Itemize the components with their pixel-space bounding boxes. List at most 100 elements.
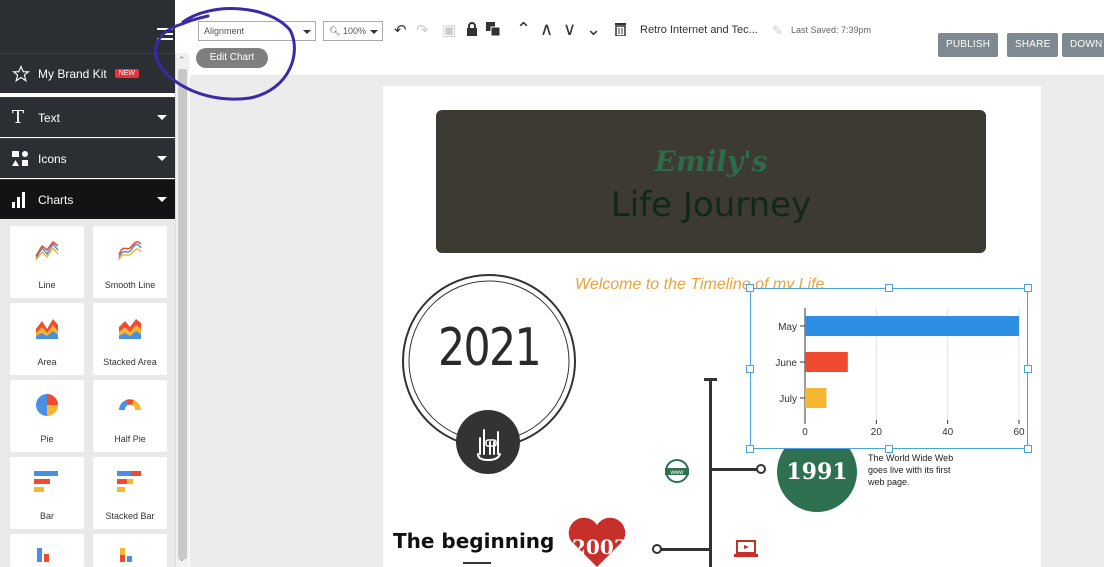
scroll-down-icon[interactable]: ⌄ bbox=[178, 553, 186, 564]
zoom-icon: 🔍︎ bbox=[329, 26, 341, 36]
zoom-value: 100% bbox=[342, 26, 366, 36]
sidebar-header bbox=[0, 0, 175, 53]
chart-type-bar[interactable]: Bar bbox=[10, 457, 84, 529]
chevron-down-icon bbox=[157, 197, 167, 202]
bring-to-front-icon[interactable]: ⌃ bbox=[516, 20, 531, 38]
new-badge: NEW bbox=[114, 69, 140, 78]
laptop-icon[interactable] bbox=[734, 540, 758, 558]
star-icon bbox=[12, 64, 38, 83]
bar bbox=[805, 388, 827, 408]
share-button[interactable]: SHARE bbox=[1007, 33, 1059, 57]
sidebar-item-label: My Brand Kit bbox=[38, 66, 107, 81]
chart-type-label: Area bbox=[37, 357, 57, 367]
sidebar-item-label: Icons bbox=[38, 151, 67, 166]
column-chart-icon bbox=[37, 548, 49, 562]
edit-chart-button[interactable]: Edit Chart bbox=[196, 48, 268, 68]
chart-type-label: Line bbox=[38, 280, 56, 290]
rock-hand-icon[interactable] bbox=[456, 410, 520, 474]
timeline-branch bbox=[660, 548, 709, 551]
sidebar-item-label: Charts bbox=[38, 192, 74, 207]
chart-type-label: Stacked Bar bbox=[105, 511, 155, 521]
timeline-branch bbox=[711, 468, 758, 471]
send-backward-icon[interactable]: ∨ bbox=[563, 20, 576, 38]
chart-type-grid: Line Smooth Line Area Stacked Area Pie H… bbox=[0, 219, 175, 567]
sidebar-item-brand-kit[interactable]: My Brand Kit NEW bbox=[0, 53, 175, 93]
chart-type-area[interactable]: Area bbox=[10, 303, 84, 375]
send-to-back-icon[interactable]: ⌄ bbox=[586, 20, 601, 38]
x-tick-label: 40 bbox=[942, 427, 954, 438]
bring-forward-icon[interactable]: ∧ bbox=[540, 20, 553, 38]
year-2021[interactable]: 2021 bbox=[416, 318, 562, 378]
smooth-line-chart-icon bbox=[118, 241, 142, 261]
redo-icon[interactable]: ↷ bbox=[416, 22, 429, 40]
toolbar: Alignment 🔍︎ 100% ↶ ↷ ▣ ⌃ ∧ ∨ ⌄ Retro In… bbox=[190, 0, 1104, 75]
resize-handle-b[interactable] bbox=[885, 445, 893, 453]
section-heading[interactable]: The beginning bbox=[393, 529, 554, 553]
bar bbox=[805, 316, 1019, 336]
chart-type-smooth-line[interactable]: Smooth Line bbox=[93, 226, 167, 298]
heading-underline bbox=[463, 562, 491, 564]
title-banner[interactable]: Emily's Life Journey bbox=[436, 110, 986, 253]
stacked-bar-chart-icon bbox=[117, 471, 141, 492]
line-chart-icon bbox=[35, 240, 59, 261]
sidebar-item-icons[interactable]: Icons bbox=[0, 138, 175, 178]
area-chart-icon bbox=[36, 319, 58, 339]
lock-icon[interactable] bbox=[466, 22, 478, 41]
undo-icon[interactable]: ↶ bbox=[394, 22, 407, 40]
stacked-column-chart-icon bbox=[120, 548, 132, 562]
last-saved-status: Last Saved: 7:39pm bbox=[791, 25, 872, 35]
year-2003: 2003 bbox=[572, 535, 628, 559]
download-button[interactable]: DOWN bbox=[1062, 33, 1104, 57]
trash-icon[interactable] bbox=[615, 22, 626, 41]
banner-name: Emily's bbox=[654, 145, 768, 178]
duplicate-icon[interactable] bbox=[486, 22, 501, 41]
sidebar-item-charts[interactable]: Charts bbox=[0, 179, 175, 219]
pie-chart-icon bbox=[36, 394, 58, 416]
chevron-down-icon bbox=[157, 115, 167, 120]
sidebar-scrollbar[interactable]: ⌃ ⌄ bbox=[175, 53, 189, 567]
scroll-thumb[interactable] bbox=[178, 69, 187, 559]
sidebar-item-text[interactable]: T Text bbox=[0, 97, 175, 137]
chart-type-stacked-column[interactable] bbox=[93, 534, 167, 567]
category-label: July bbox=[779, 394, 797, 405]
fact-1991-text[interactable]: The World Wide Web goes live with its fi… bbox=[868, 452, 968, 488]
zoom-select[interactable]: 🔍︎ 100% bbox=[323, 21, 383, 41]
category-label: May bbox=[778, 322, 797, 333]
www-globe-icon[interactable]: www bbox=[664, 458, 690, 484]
bar-chart-icon bbox=[34, 471, 58, 492]
edit-icon[interactable]: ✎ bbox=[772, 22, 783, 40]
sidebar-item-label: Text bbox=[38, 110, 61, 125]
publish-button[interactable]: PUBLISH bbox=[938, 33, 999, 57]
document-title[interactable]: Retro Internet and Tec... bbox=[640, 24, 758, 36]
resize-handle-bl[interactable] bbox=[746, 445, 754, 453]
alignment-select[interactable]: Alignment bbox=[198, 21, 316, 41]
bar-chart[interactable]: 0 20 40 60 May June July bbox=[750, 288, 1030, 451]
chart-type-stacked-bar[interactable]: Stacked Bar bbox=[93, 457, 167, 529]
chart-type-column[interactable] bbox=[10, 534, 84, 567]
category-label: June bbox=[775, 358, 797, 369]
resize-handle-tr[interactable] bbox=[1024, 284, 1032, 292]
chart-type-stacked-area[interactable]: Stacked Area bbox=[93, 303, 167, 375]
charts-icon bbox=[12, 191, 38, 208]
chart-type-line[interactable]: Line bbox=[10, 226, 84, 298]
resize-handle-t[interactable] bbox=[885, 284, 893, 292]
group-icon[interactable]: ▣ bbox=[442, 22, 456, 40]
timeline-line bbox=[709, 380, 712, 567]
stacked-area-chart-icon bbox=[119, 319, 141, 339]
banner-title: Life Journey bbox=[610, 185, 812, 225]
x-tick-label: 20 bbox=[871, 427, 883, 438]
x-tick-label: 60 bbox=[1013, 427, 1025, 438]
resize-handle-l[interactable] bbox=[746, 365, 754, 373]
half-pie-chart-icon bbox=[119, 399, 141, 410]
alignment-value: Alignment bbox=[204, 26, 245, 36]
chart-type-label: Bar bbox=[39, 511, 54, 521]
resize-handle-r[interactable] bbox=[1024, 365, 1032, 373]
resize-handle-br[interactable] bbox=[1024, 445, 1032, 453]
chevron-down-icon bbox=[157, 156, 167, 161]
x-tick-label: 0 bbox=[802, 427, 808, 438]
menu-icon[interactable] bbox=[157, 28, 173, 42]
resize-handle-tl[interactable] bbox=[746, 284, 754, 292]
scroll-up-icon[interactable]: ⌃ bbox=[178, 55, 186, 66]
chart-type-half-pie[interactable]: Half Pie bbox=[93, 380, 167, 452]
chart-type-pie[interactable]: Pie bbox=[10, 380, 84, 452]
